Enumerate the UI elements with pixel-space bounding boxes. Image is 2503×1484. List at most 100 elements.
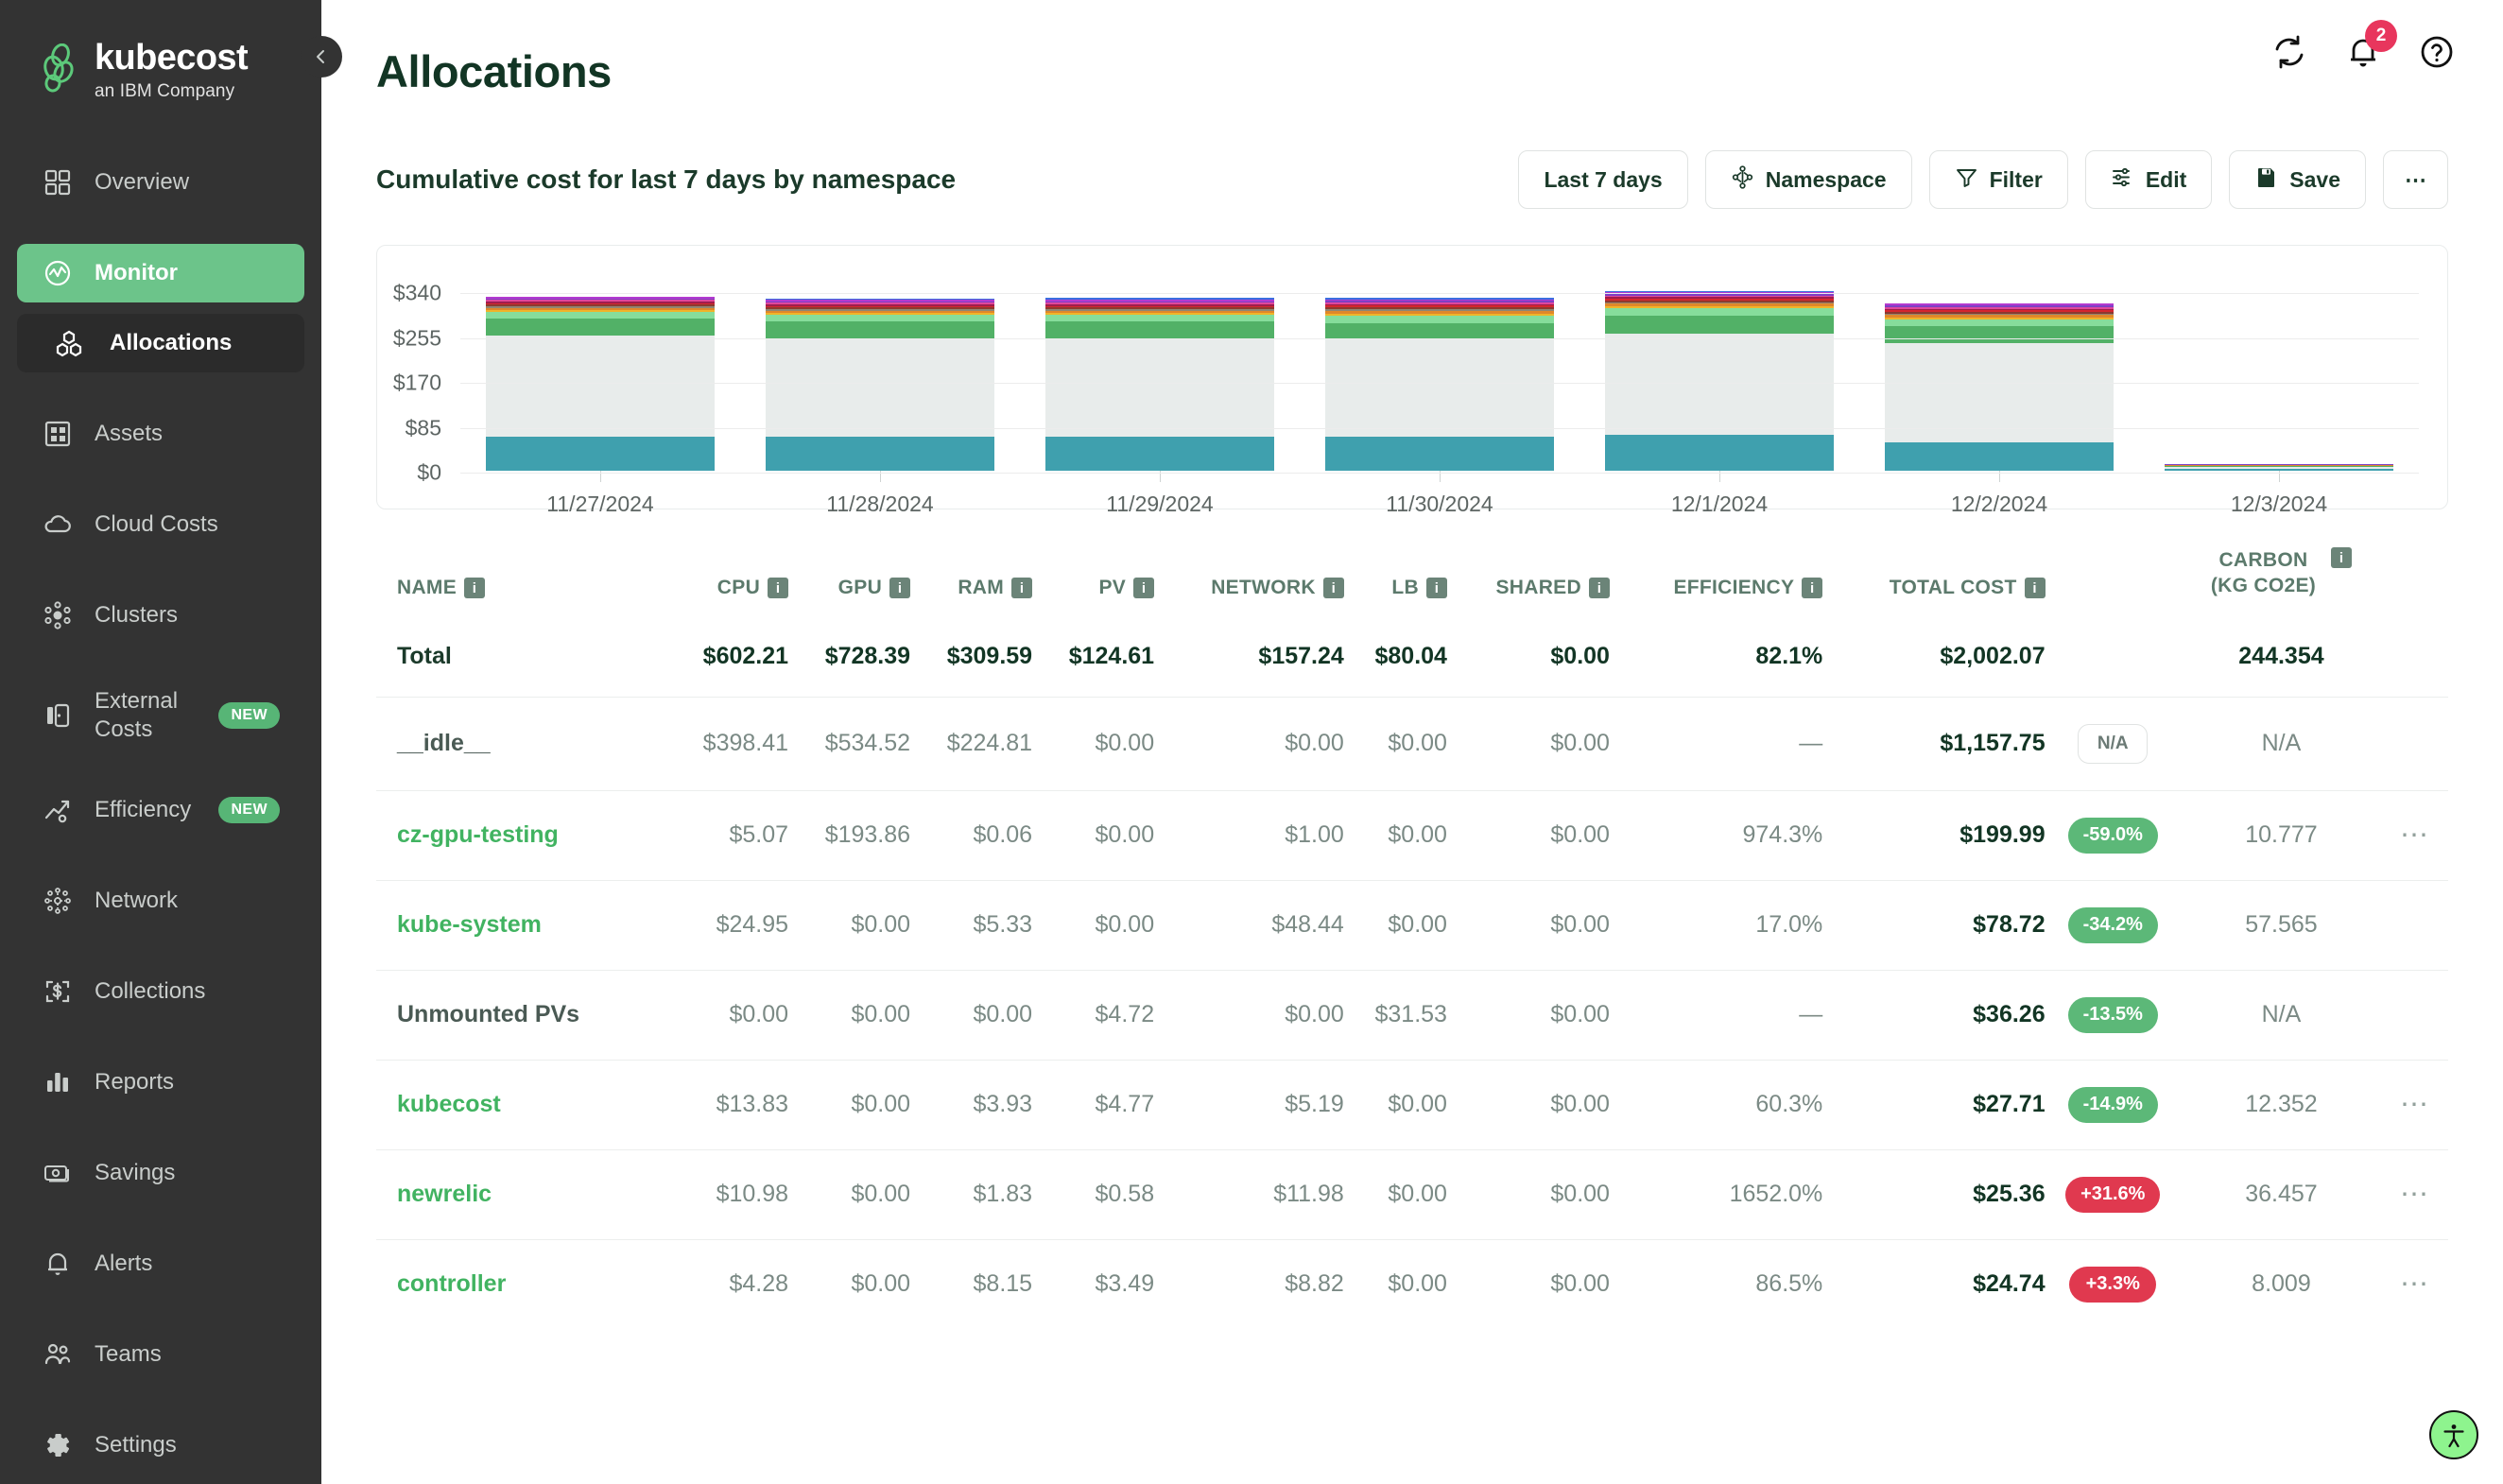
chart-bar-segment[interactable] xyxy=(1604,435,1835,471)
chart-bar-segment[interactable] xyxy=(765,436,995,471)
chart-bar-segment[interactable] xyxy=(1044,338,1275,437)
sidebar-item-assets[interactable]: Assets xyxy=(17,405,304,463)
sidebar-item-monitor[interactable]: Monitor xyxy=(17,243,304,302)
chart-bar-segment[interactable] xyxy=(765,321,995,339)
info-icon[interactable]: i xyxy=(1133,578,1155,599)
aggregation-button[interactable]: Namespace xyxy=(1704,150,1912,209)
chart-bar-group[interactable]: 11/28/2024 xyxy=(740,293,1020,516)
chart-bar-segment[interactable] xyxy=(1604,316,1835,334)
chart-bar-segment[interactable] xyxy=(1604,308,1835,317)
row-actions[interactable]: ⋯ xyxy=(2382,1238,2448,1329)
chart-stacked-bar[interactable] xyxy=(2164,464,2394,471)
th-gpu[interactable]: GPU i xyxy=(788,509,911,616)
chart-stacked-bar[interactable] xyxy=(1884,302,2115,471)
chart-bar-segment[interactable] xyxy=(1044,436,1275,471)
namespace-link[interactable]: kubecost xyxy=(376,1059,667,1150)
table-row[interactable]: kube-system $24.95 $0.00 $5.33 $0.00 $48.44 $0… xyxy=(376,879,2448,971)
table-row[interactable]: __idle__ $398.41 $534.52 $224.81 $0.00 $0.00 $… xyxy=(376,696,2448,791)
info-icon[interactable]: i xyxy=(1802,578,1823,599)
chart-bar-group[interactable]: 11/30/2024 xyxy=(1300,293,1579,516)
row-actions[interactable]: ⋯ xyxy=(2382,1148,2448,1240)
sidebar-item-teams[interactable]: Teams xyxy=(17,1325,304,1384)
th-shared[interactable]: SHARED i xyxy=(1447,509,1610,616)
th-ram[interactable]: RAM i xyxy=(910,509,1033,616)
chart-bar-segment[interactable] xyxy=(1044,315,1275,322)
info-icon[interactable]: i xyxy=(2024,578,2046,599)
sidebar-item-reports[interactable]: Reports xyxy=(17,1053,304,1112)
info-icon[interactable]: i xyxy=(889,578,911,599)
table-row[interactable]: controller $4.28 $0.00 $8.15 $3.49 $8.82 $0.00… xyxy=(376,1238,2448,1329)
chart-bar-segment[interactable] xyxy=(1884,326,2115,344)
sidebar-collapse-button[interactable] xyxy=(301,36,342,78)
filter-button[interactable]: Filter xyxy=(1928,150,2068,209)
sidebar-item-network[interactable]: Network xyxy=(17,871,304,930)
chart-bar-segment[interactable] xyxy=(1324,437,1555,471)
more-actions-button[interactable]: ⋯ xyxy=(2383,150,2448,209)
chart-bar-group[interactable]: 12/1/2024 xyxy=(1579,291,1859,516)
chart-bar-segment[interactable] xyxy=(485,319,716,336)
namespace-link[interactable]: cz-gpu-testing xyxy=(376,789,667,881)
refresh-button[interactable] xyxy=(2269,31,2310,73)
more-horizontal-icon[interactable]: ⋯ xyxy=(2400,1268,2430,1300)
chart-bar-segment[interactable] xyxy=(765,315,995,322)
chart-bar-segment[interactable] xyxy=(1324,315,1555,323)
th-name[interactable]: NAME i xyxy=(376,509,666,616)
chart-plot-area[interactable]: 11/27/2024 11/28/2024 11/29/2024 11/30/2024… xyxy=(460,291,2419,516)
table-row[interactable]: cz-gpu-testing $5.07 $193.86 $0.06 $0.00 $1.0… xyxy=(376,789,2448,881)
namespace-link[interactable]: newrelic xyxy=(376,1148,667,1240)
info-icon[interactable]: i xyxy=(1011,578,1033,599)
chart-bar-segment[interactable] xyxy=(1884,319,2115,327)
accessibility-button[interactable] xyxy=(2429,1410,2478,1459)
sidebar-item-alerts[interactable]: Alerts xyxy=(17,1234,304,1293)
chart-bar-segment[interactable] xyxy=(485,312,716,319)
chart-stacked-bar[interactable] xyxy=(1604,291,1835,471)
chart-bar-group[interactable]: 12/2/2024 xyxy=(1859,293,2139,516)
th-total-cost[interactable]: TOTAL COST i xyxy=(1822,509,2046,616)
sidebar-item-collections[interactable]: Collections xyxy=(17,962,304,1021)
table-row[interactable]: newrelic $10.98 $0.00 $1.83 $0.58 $11.98 $0.00… xyxy=(376,1148,2448,1240)
date-range-button[interactable]: Last 7 days xyxy=(1518,150,1688,209)
chart-bar-segment[interactable] xyxy=(1324,338,1555,438)
th-cpu[interactable]: CPU i xyxy=(666,509,789,616)
notifications-button[interactable]: 2 xyxy=(2342,20,2397,73)
sidebar-item-allocations[interactable]: Allocations xyxy=(17,313,304,372)
sidebar-item-savings[interactable]: Savings xyxy=(17,1144,304,1202)
chart-bar-segment[interactable] xyxy=(485,335,716,438)
chart-bar-segment[interactable] xyxy=(765,338,995,437)
namespace-link[interactable]: controller xyxy=(376,1238,667,1329)
sidebar-item-clusters[interactable]: Clusters xyxy=(17,586,304,645)
chart-bar-segment[interactable] xyxy=(1604,333,1835,435)
th-efficiency[interactable]: EFFICIENCY i xyxy=(1610,509,1823,616)
brand[interactable]: kubecost an IBM Company xyxy=(0,28,321,102)
chart-bar-segment[interactable] xyxy=(485,437,716,471)
th-pv[interactable]: PV i xyxy=(1032,509,1155,616)
chart-bar-segment[interactable] xyxy=(1044,321,1275,339)
th-network[interactable]: NETWORK i xyxy=(1154,509,1344,616)
chart-bar-group[interactable]: 12/3/2024 xyxy=(2139,293,2419,516)
more-horizontal-icon[interactable]: ⋯ xyxy=(2400,1089,2430,1120)
more-horizontal-icon[interactable]: ⋯ xyxy=(2400,820,2430,851)
th-lb[interactable]: LB i xyxy=(1344,509,1447,616)
sidebar-item-external-costs[interactable]: External Costs NEW xyxy=(17,677,304,754)
chart-stacked-bar[interactable] xyxy=(1324,298,1555,471)
help-button[interactable] xyxy=(2416,31,2458,73)
info-icon[interactable]: i xyxy=(1425,578,1447,599)
row-actions[interactable]: ⋯ xyxy=(2382,1059,2448,1150)
sidebar-item-settings[interactable]: Settings xyxy=(17,1416,304,1475)
sidebar-item-overview[interactable]: Overview xyxy=(17,153,304,212)
th-carbon[interactable]: CARBON (KG CO2E) i xyxy=(2181,509,2382,616)
chart-bar-group[interactable]: 11/27/2024 xyxy=(460,293,740,516)
namespace-link[interactable]: kube-system xyxy=(376,879,667,971)
more-horizontal-icon[interactable]: ⋯ xyxy=(2400,1179,2430,1210)
sidebar-item-cloud-costs[interactable]: Cloud Costs xyxy=(17,495,304,554)
edit-button[interactable]: Edit xyxy=(2084,150,2213,209)
info-icon[interactable]: i xyxy=(1588,578,1610,599)
sidebar-item-efficiency[interactable]: Efficiency NEW xyxy=(17,781,304,839)
chart-stacked-bar[interactable] xyxy=(765,298,995,471)
chart-bar-segment[interactable] xyxy=(1884,442,2115,471)
chart-bar-segment[interactable] xyxy=(1324,322,1555,339)
chart-stacked-bar[interactable] xyxy=(1044,298,1275,471)
row-actions[interactable]: ⋯ xyxy=(2382,789,2448,881)
save-button[interactable]: Save xyxy=(2229,150,2366,209)
table-row[interactable]: Total $602.21 $728.39 $309.59 $124.61 $157.24… xyxy=(376,616,2448,698)
